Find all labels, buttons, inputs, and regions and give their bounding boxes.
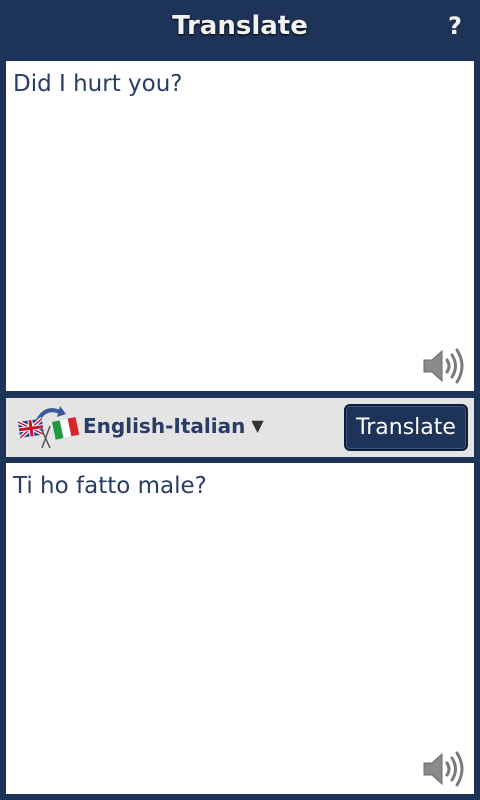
speaker-icon[interactable] <box>420 347 468 385</box>
translated-text: Ti ho fatto male? <box>13 473 207 499</box>
page-title: Translate <box>172 11 308 41</box>
source-text-panel[interactable]: Did I hurt you? <box>6 61 474 391</box>
language-pair-label: English-Italian <box>83 414 246 438</box>
source-text[interactable]: Did I hurt you? <box>13 71 464 97</box>
language-pair-selector[interactable]: English-Italian ▼ <box>83 414 264 438</box>
language-bar: English-Italian ▼ Translate <box>6 398 474 457</box>
chevron-down-icon: ▼ <box>251 416 264 435</box>
app-header: Translate ? <box>0 0 480 56</box>
speaker-icon[interactable] <box>420 750 468 788</box>
target-text-panel[interactable]: Ti ho fatto male? <box>6 463 474 794</box>
translate-button[interactable]: Translate <box>344 404 468 451</box>
english-italian-flags-icon[interactable] <box>16 404 80 450</box>
help-button[interactable]: ? <box>444 12 466 42</box>
